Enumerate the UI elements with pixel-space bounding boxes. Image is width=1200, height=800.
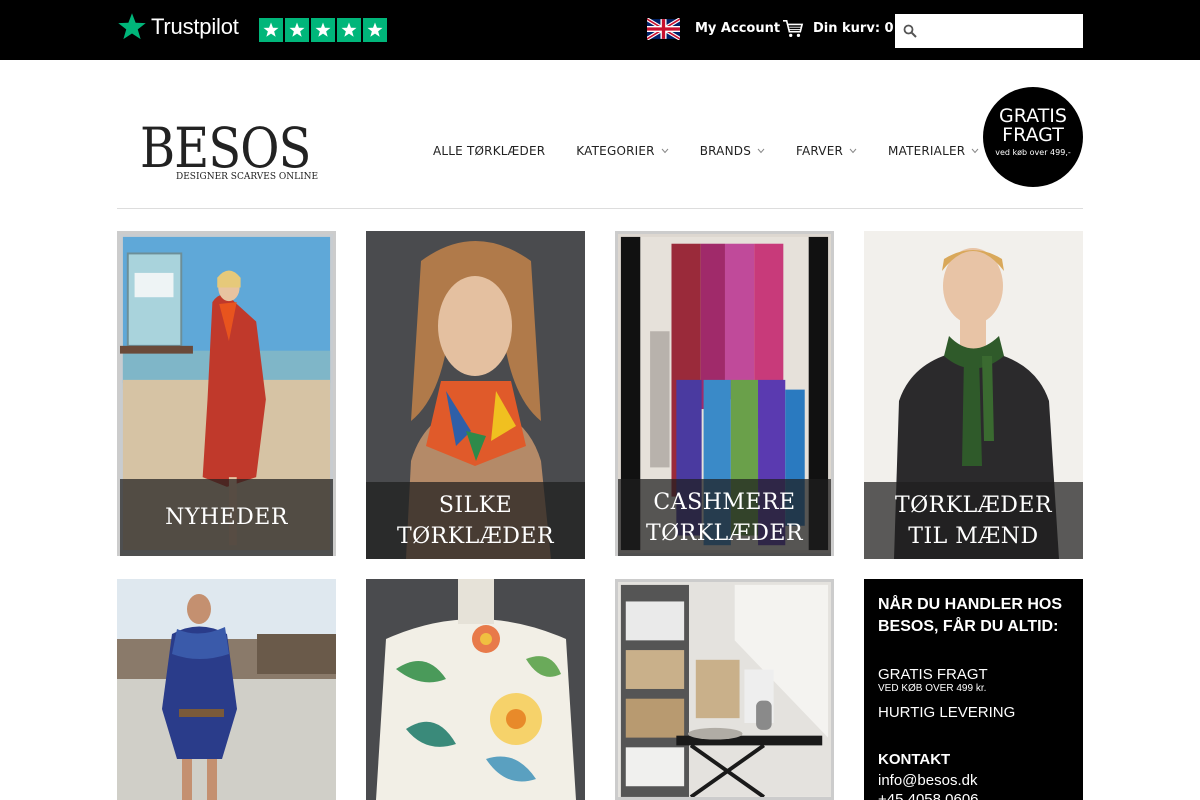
contact-email-link[interactable]: info@besos.dk (878, 772, 1069, 789)
nav-item-brands[interactable]: BRANDS (700, 144, 765, 158)
woman-blue-dress-image (117, 579, 336, 800)
trustpilot-wordmark: Trustpilot (151, 14, 239, 39)
cart-link[interactable]: Din kurv: 0 (813, 21, 894, 36)
category-tile-woman-blue[interactable] (117, 579, 336, 800)
store-benefits-box: NÅR DU HANDLER HOS BESOS, FÅR DU ALTID: … (864, 579, 1083, 800)
nav-item-label: KATEGORIER (576, 144, 655, 158)
nav-item-kategorier[interactable]: KATEGORIER (576, 144, 669, 158)
nav-item-label: BRANDS (699, 144, 752, 158)
tile-caption: NYHEDER (120, 479, 333, 556)
benefit-free-shipping-note: VED KØB OVER 499 kr. (878, 683, 987, 694)
category-tile-maend[interactable]: TØRKLÆDER TIL MÆND (864, 231, 1083, 559)
uk-flag-icon[interactable] (647, 18, 680, 40)
trustpilot-rating-stars[interactable] (259, 18, 387, 42)
badge-line-3: ved køb over 499,- (995, 148, 1071, 157)
category-tile-floral[interactable] (366, 579, 585, 800)
brand-name: BESOS (140, 116, 311, 180)
search-input[interactable] (921, 14, 1079, 48)
header-divider (117, 208, 1083, 209)
benefit-fast-delivery: HURTIG LEVERING (878, 704, 1016, 721)
star-icon (259, 18, 283, 42)
chevron-down-icon (661, 148, 669, 154)
tile-caption: TØRKLÆDER TIL MÆND (864, 482, 1083, 559)
tile-caption-line: NYHEDER (165, 505, 288, 530)
search-icon (903, 24, 917, 38)
star-icon (337, 18, 361, 42)
category-tile-silke[interactable]: SILKE TØRKLÆDER (366, 231, 585, 559)
nav-item-farver[interactable]: FARVER (796, 144, 857, 158)
free-shipping-badge: GRATIS FRAGT ved køb over 499,- (983, 87, 1083, 187)
chevron-down-icon (971, 148, 979, 154)
nav-item-label: FARVER (796, 144, 844, 158)
category-tile-storage[interactable] (615, 579, 834, 800)
category-tile-cashmere[interactable]: CASHMERE TØRKLÆDER (615, 231, 834, 559)
tile-caption-line: TØRKLÆDER (645, 520, 804, 546)
cart-icon[interactable] (782, 19, 804, 39)
tile-caption-line: TØRKLÆDER (894, 492, 1053, 518)
warehouse-boxes-image (615, 579, 834, 800)
nav-item-materialer[interactable]: MATERIALER (888, 144, 979, 158)
nav-item-label: MATERIALER (888, 144, 966, 158)
chevron-down-icon (757, 148, 765, 154)
tile-caption-line: TIL MÆND (908, 523, 1039, 549)
contact-phone: +45 4058 0606 (878, 791, 979, 800)
main-nav: ALLE TØRKLÆDER KATEGORIER BRANDS FARVER … (433, 144, 1010, 158)
contact-heading: KONTAKT (878, 751, 951, 768)
brand-logo[interactable]: BESOS DESIGNER SCARVES ONLINE (140, 116, 318, 182)
chevron-down-icon (849, 148, 857, 154)
tile-caption-line: SILKE (438, 492, 513, 518)
nav-item-alle-torklaeder[interactable]: ALLE TØRKLÆDER (433, 144, 545, 158)
my-account-link[interactable]: My Account (695, 21, 780, 36)
tile-caption: CASHMERE TØRKLÆDER (618, 479, 831, 556)
floral-scarf-image (366, 579, 585, 800)
top-bar: Trustpilot My Account Din kurv: 0 (0, 0, 1200, 60)
tile-caption: SILKE TØRKLÆDER (366, 482, 585, 559)
benefit-free-shipping: GRATIS FRAGT (878, 666, 988, 683)
badge-line-2: FRAGT (1002, 124, 1064, 146)
star-icon (363, 18, 387, 42)
nav-item-label: ALLE TØRKLÆDER (433, 144, 546, 158)
tile-caption-line: TØRKLÆDER (396, 523, 555, 549)
benefits-heading: NÅR DU HANDLER HOS BESOS, FÅR DU ALTID: (878, 596, 1062, 635)
star-icon (311, 18, 335, 42)
category-tile-nyheder[interactable]: NYHEDER (117, 231, 336, 559)
trustpilot-star-icon (118, 13, 146, 40)
search-box (895, 14, 1083, 48)
star-icon (285, 18, 309, 42)
tile-caption-line: CASHMERE (653, 489, 796, 515)
trustpilot-logo[interactable]: Trustpilot (117, 12, 239, 42)
